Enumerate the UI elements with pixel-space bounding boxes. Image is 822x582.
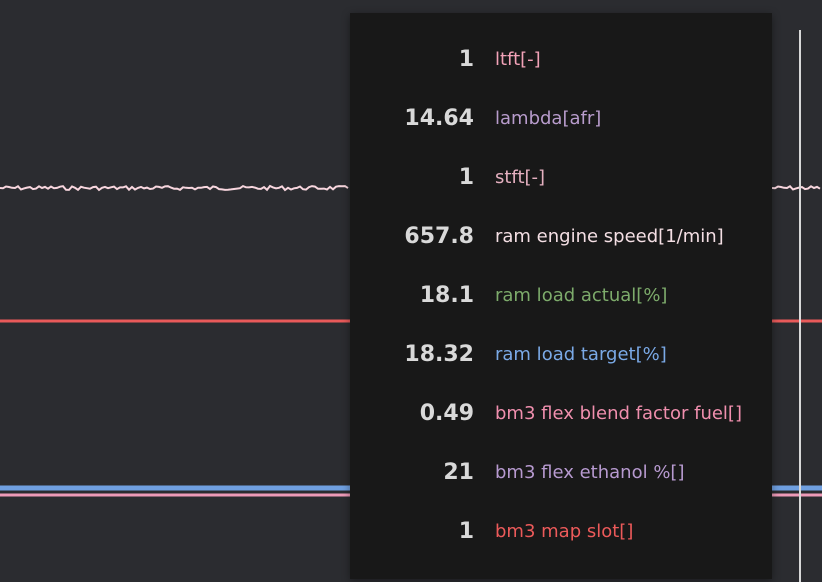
tooltip-label: bm3 flex ethanol %[] xyxy=(495,462,685,483)
time-cursor-line[interactable] xyxy=(799,30,801,582)
tooltip-value: 1 xyxy=(458,519,474,544)
tooltip-value: 14.64 xyxy=(404,106,474,131)
tooltip-value: 21 xyxy=(443,460,474,485)
tooltip-label: ram engine speed[1/min] xyxy=(495,226,724,247)
tooltip-value: 657.8 xyxy=(404,224,474,249)
tooltip-value: 1 xyxy=(458,165,474,190)
tooltip-row: 14.64 lambda[afr] xyxy=(350,104,772,134)
tooltip-row: 0.49 bm3 flex blend factor fuel[] xyxy=(350,399,772,429)
tooltip-label: ram load target[%] xyxy=(495,344,667,365)
tooltip-label: bm3 flex blend factor fuel[] xyxy=(495,403,742,424)
tooltip-value: 18.1 xyxy=(419,283,474,308)
tooltip-label: ltft[-] xyxy=(495,49,541,70)
tooltip-label: ram load actual[%] xyxy=(495,285,668,306)
engine-speed-trace-right xyxy=(771,185,821,191)
tooltip-row: 18.1 ram load actual[%] xyxy=(350,281,772,311)
tooltip-label: bm3 map slot[] xyxy=(495,521,634,542)
tooltip-value: 18.32 xyxy=(404,342,474,367)
tooltip-label: lambda[afr] xyxy=(495,108,602,129)
tooltip-row: 21 bm3 flex ethanol %[] xyxy=(350,458,772,488)
tooltip-row: 1 ltft[-] xyxy=(350,45,772,75)
tooltip-row: 18.32 ram load target[%] xyxy=(350,340,772,370)
tooltip-row: 657.8 ram engine speed[1/min] xyxy=(350,222,772,252)
engine-speed-trace-left xyxy=(0,184,349,192)
tooltip-value: 0.49 xyxy=(419,401,474,426)
tooltip-value: 1 xyxy=(458,47,474,72)
values-tooltip: 1 ltft[-] 14.64 lambda[afr] 1 stft[-] 657.8 ram… xyxy=(350,13,772,579)
tooltip-row: 1 stft[-] xyxy=(350,163,772,193)
tooltip-row: 1 bm3 map slot[] xyxy=(350,517,772,547)
tooltip-label: stft[-] xyxy=(495,167,546,188)
